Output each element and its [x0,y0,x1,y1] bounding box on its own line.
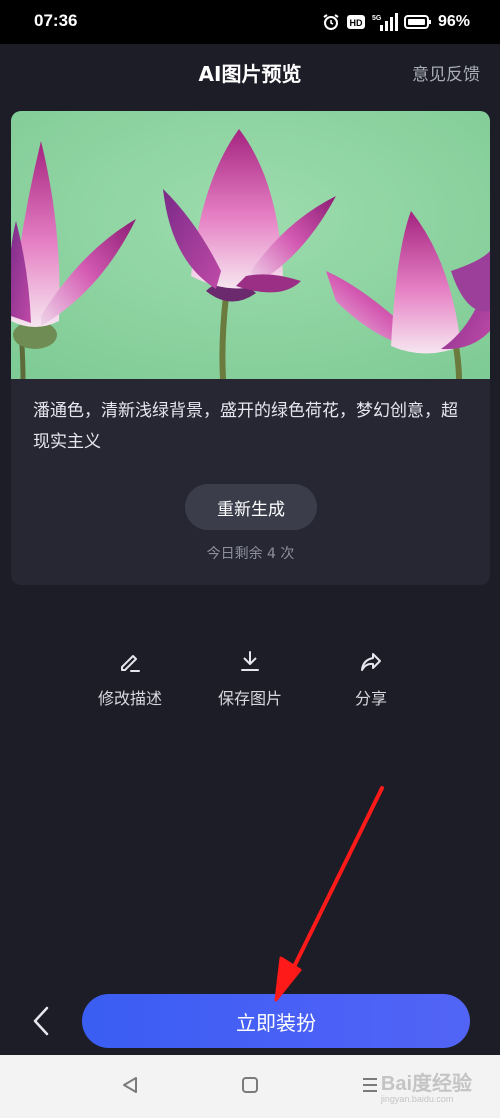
alarm-icon [322,13,340,31]
edit-description-label: 修改描述 [97,689,162,708]
battery-percent: 96% [437,13,470,30]
action-row: 修改描述 保存图片 分享 [0,645,500,715]
nav-home-icon[interactable] [240,1075,260,1099]
status-time: 07:36 [34,11,78,30]
battery-icon [403,14,432,30]
preview-card: 潘通色，清新浅绿背景，盛开的绿色荷花，梦幻创意，超现实主义 重新生成 今日剩余 … [11,111,490,585]
svg-text:5G: 5G [372,15,382,22]
remaining-count: 今日剩余 4 次 [206,546,295,562]
download-icon [200,645,300,679]
watermark: Bai度经验 jingyan.baidu.com [381,1067,472,1104]
header: AI图片预览 意见反馈 [0,44,500,100]
regenerate-button[interactable]: 重新生成 [185,484,317,530]
chevron-left-icon [33,1006,49,1036]
save-image-button[interactable]: 保存图片 [200,645,300,709]
edit-icon [80,645,180,679]
system-nav-bar: Bai度经验 jingyan.baidu.com [0,1055,500,1118]
share-icon [321,645,421,679]
watermark-sub: jingyan.baidu.com [380,1094,454,1104]
back-button[interactable] [26,1001,56,1041]
share-button[interactable]: 分享 [321,645,421,709]
status-icons: HD 5G 96% [322,11,470,33]
save-image-label: 保存图片 [217,689,282,708]
svg-text:HD: HD [349,18,362,28]
signal-icon: 5G [372,13,398,31]
feedback-link[interactable]: 意见反馈 [412,60,480,85]
nav-menu-icon[interactable] [360,1075,380,1099]
edit-description-button[interactable]: 修改描述 [80,645,180,709]
share-label: 分享 [354,689,387,708]
apply-now-button[interactable]: 立即装扮 [82,994,470,1048]
watermark-text: Bai度经验 [380,1073,472,1095]
nav-back-icon[interactable] [120,1075,140,1099]
status-bar: 07:36 HD 5G 96% [0,0,500,44]
prompt-text: 潘通色，清新浅绿背景，盛开的绿色荷花，梦幻创意，超现实主义 [33,401,458,452]
lotus-preview-image[interactable] [11,111,490,379]
hd-icon: HD [346,14,366,30]
